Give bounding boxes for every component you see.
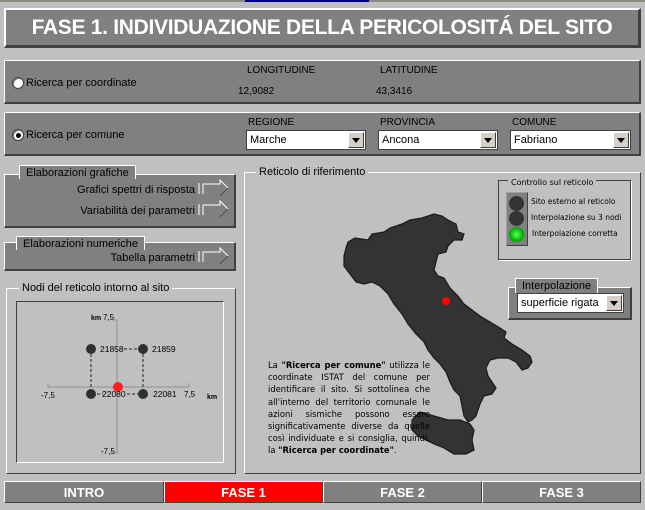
node-label-22081: 22081: [153, 389, 177, 399]
comune-search-radio[interactable]: [12, 129, 24, 141]
comune-select[interactable]: Fabriano: [510, 130, 631, 150]
grid-nodes-svg: [47, 319, 190, 454]
parameters-table-label: Tabella parametri: [110, 252, 195, 264]
interpolation-select[interactable]: superficie rigata: [517, 293, 624, 313]
interpolation-value: superficie rigata: [521, 297, 599, 309]
coordinate-search-radio[interactable]: [12, 77, 24, 89]
tab-fase-2[interactable]: FASE 2: [323, 481, 482, 503]
axis-unit-right: km: [207, 394, 218, 401]
comune-search-description: La "Ricerca per comune" utilizza le coor…: [268, 360, 430, 456]
window-top-highlight: [245, 0, 369, 2]
longitude-value: 12,9082: [238, 86, 275, 97]
graphic-elaborations-title: Elaborazioni grafiche: [19, 165, 136, 179]
longitude-label: LONGITUDINE: [247, 65, 316, 76]
interpolation-title: Interpolazione: [515, 278, 599, 293]
grid-node-21858: [86, 344, 96, 354]
spectra-charts-label: Grafici spettri di risposta: [77, 184, 195, 196]
traffic-light-off-icon: [509, 196, 524, 211]
coordinate-search-label: Ricerca per coordinate: [26, 77, 137, 89]
grid-node-22081: [138, 389, 148, 399]
chevron-down-icon[interactable]: [606, 295, 622, 311]
node-label-21859: 21859: [152, 344, 176, 354]
grid-nodes-plot: km 7,5 -7,5 -7,5 7,5 km 21858 21859 2208…: [16, 301, 224, 463]
node-label-21858: 21858: [100, 344, 124, 354]
comune-label: COMUNE: [512, 117, 557, 128]
axis-max-top: 7,5: [103, 313, 115, 322]
tab-fase-1[interactable]: FASE 1: [164, 481, 323, 503]
light-label-outside: Sito esterno al reticolo: [531, 197, 616, 206]
grid-node-22080: [86, 389, 96, 399]
grid-node-21859: [138, 344, 148, 354]
chevron-down-icon[interactable]: [480, 132, 496, 148]
grid-check-title: Controllo sul reticolo: [508, 178, 597, 187]
traffic-light-on-icon: [509, 227, 524, 242]
axis-max-right: 7,5: [184, 390, 196, 399]
grid-nodes-title: Nodi del reticolo intorno al sito: [19, 282, 173, 294]
spectra-charts-arrow-button[interactable]: [198, 179, 230, 197]
regione-value: Marche: [250, 134, 287, 146]
page-title-bar: FASE 1. INDIVIDUAZIONE DELLA PERICOLOSIT…: [4, 8, 641, 48]
traffic-light-off-icon: [509, 211, 524, 226]
page-title: FASE 1. INDIVIDUAZIONE DELLA PERICOLOSIT…: [31, 15, 613, 39]
regione-select[interactable]: Marche: [246, 130, 366, 150]
axis-min-bottom: -7,5: [101, 447, 115, 456]
provincia-label: PROVINCIA: [380, 117, 436, 128]
tab-fase-3[interactable]: FASE 3: [482, 481, 641, 503]
regione-label: REGIONE: [248, 117, 295, 128]
chevron-down-icon[interactable]: [348, 132, 364, 148]
parameter-variability-arrow-button[interactable]: [198, 200, 230, 218]
latitude-label: LATITUDINE: [380, 65, 438, 76]
reference-grid-title: Reticolo di riferimento: [256, 166, 369, 178]
chevron-down-icon[interactable]: [613, 132, 629, 148]
numeric-elaborations-title: Elaborazioni numeriche: [16, 236, 145, 250]
site-location-marker: [442, 297, 450, 305]
axis-min-left: -7,5: [41, 391, 55, 400]
light-label-correct: Interpolazione corretta: [532, 229, 618, 238]
node-label-22080: 22080: [102, 389, 126, 399]
tab-intro[interactable]: INTRO: [4, 481, 164, 503]
comune-value: Fabriano: [514, 134, 558, 146]
latitude-value: 43,3416: [376, 86, 413, 97]
parameters-table-arrow-button[interactable]: [198, 247, 230, 265]
provincia-select[interactable]: Ancona: [378, 130, 498, 150]
axis-unit-top: km: [91, 315, 102, 322]
light-label-3-nodes: Interpolazione su 3 nodi: [531, 213, 622, 222]
provincia-value: Ancona: [382, 134, 420, 146]
parameter-variability-label: Variabilità dei parametri: [80, 205, 195, 217]
comune-search-label: Ricerca per comune: [26, 129, 125, 141]
